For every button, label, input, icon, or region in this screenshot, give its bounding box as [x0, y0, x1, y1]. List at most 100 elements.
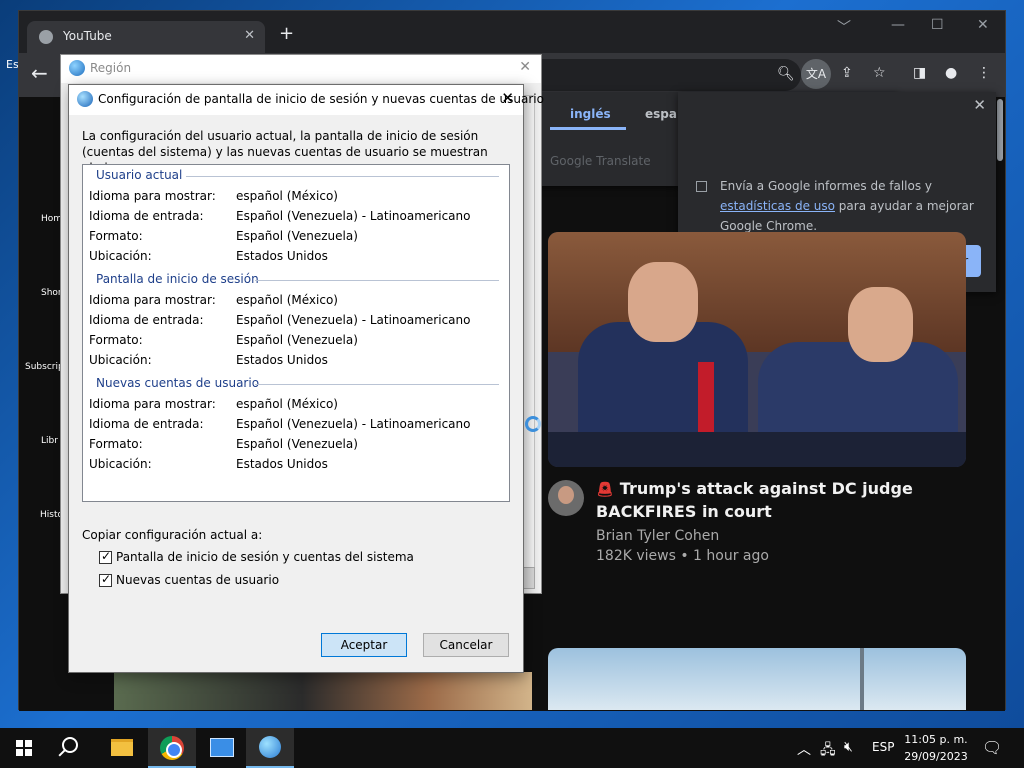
- setting-value: Español (Venezuela) - Latinoamericano: [236, 209, 471, 223]
- sidebar-item-home[interactable]: Hom: [41, 214, 62, 224]
- section-title-new-users: Nuevas cuentas de usuario: [96, 376, 260, 390]
- video-thumbnail[interactable]: [548, 648, 966, 710]
- search-button[interactable]: [48, 728, 96, 768]
- setting-value: Español (Venezuela): [236, 333, 358, 347]
- channel-avatar[interactable]: [548, 480, 584, 516]
- region-title-bar: Región ✕: [61, 55, 541, 83]
- network-icon[interactable]: 🖧︎: [820, 739, 836, 763]
- volume-muted-icon[interactable]: 🔇︎: [844, 739, 853, 755]
- video-title[interactable]: 🚨︎ Trump's attack against DC judge BACKFI…: [596, 478, 956, 523]
- region-button[interactable]: [246, 728, 294, 768]
- file-explorer-button[interactable]: [98, 728, 146, 768]
- taskbar: ︿ 🖧︎ 🔇︎ ESP 11:05 p. m. 29/09/2023 🗨︎: [0, 728, 1024, 768]
- video-thumbnail[interactable]: [114, 672, 532, 710]
- windows-icon: [16, 740, 32, 756]
- close-icon[interactable]: ✕: [501, 89, 514, 107]
- active-tab-indicator: [550, 127, 626, 130]
- checkbox-label[interactable]: Nuevas cuentas de usuario: [116, 573, 279, 587]
- cancel-button[interactable]: Cancelar: [423, 633, 509, 657]
- bookmark-star-icon[interactable]: ☆: [873, 66, 886, 80]
- close-icon[interactable]: ✕: [519, 59, 531, 75]
- video-thumbnail[interactable]: [548, 232, 966, 467]
- setting-key: Formato:: [89, 333, 143, 347]
- chevron-up-icon[interactable]: ︿: [797, 739, 811, 759]
- settings-dialog: Configuración de pantalla de inicio de s…: [68, 84, 544, 673]
- clock[interactable]: 11:05 p. m. 29/09/2023: [900, 731, 972, 765]
- sidebar-item-shorts[interactable]: Shor: [41, 288, 62, 298]
- section-title-welcome-screen: Pantalla de inicio de sesión: [96, 272, 259, 286]
- globe-icon: [39, 30, 53, 44]
- notification-icon[interactable]: 🗨︎: [982, 738, 1002, 757]
- tab-source-language[interactable]: inglés: [570, 107, 611, 121]
- side-panel-icon[interactable]: ◨: [913, 66, 926, 80]
- setting-key: Formato:: [89, 229, 143, 243]
- video-channel[interactable]: Brian Tyler Cohen: [596, 528, 719, 544]
- language-indicator[interactable]: ESP: [872, 740, 894, 754]
- dialog-title-bar: Configuración de pantalla de inicio de s…: [69, 85, 544, 115]
- section-divider: [255, 280, 499, 281]
- setting-key: Idioma de entrada:: [89, 417, 204, 431]
- google-translate-label: Google Translate: [550, 154, 651, 168]
- globe-icon: [69, 60, 85, 76]
- usage-stats-link[interactable]: estadísticas de uso: [720, 199, 835, 213]
- clock-date: 29/09/2023: [904, 750, 968, 763]
- setting-key: Idioma para mostrar:: [89, 189, 216, 203]
- sidebar-item-library[interactable]: Libr: [41, 436, 58, 446]
- tab-bar: YouTube ✕ + ﹀ — ☐ ✕: [19, 11, 1005, 53]
- setting-key: Ubicación:: [89, 353, 152, 367]
- control-panel-icon: [210, 738, 234, 757]
- tab-youtube[interactable]: YouTube ✕: [27, 21, 265, 53]
- tab-title: YouTube: [63, 29, 112, 43]
- tab-close-icon[interactable]: ✕: [244, 28, 255, 43]
- setting-key: Formato:: [89, 437, 143, 451]
- close-icon[interactable]: ✕: [973, 96, 986, 114]
- scrollbar[interactable]: [997, 99, 1003, 161]
- thumbnail-table: [548, 432, 966, 467]
- region-title: Región: [90, 61, 132, 75]
- video-meta: 182K views • 1 hour ago: [596, 548, 769, 564]
- setting-value: Español (Venezuela): [236, 437, 358, 451]
- maximize-button[interactable]: ☐: [931, 17, 944, 33]
- setting-key: Idioma para mostrar:: [89, 397, 216, 411]
- minimize-button[interactable]: —: [891, 17, 905, 33]
- settings-listbox: Usuario actual Idioma para mostrar: españ…: [82, 164, 510, 502]
- setting-value: español (México): [236, 293, 338, 307]
- checkbox-label[interactable]: Pantalla de inicio de sesión y cuentas d…: [116, 550, 414, 564]
- ok-button[interactable]: Aceptar: [321, 633, 407, 657]
- profile-icon[interactable]: ●: [945, 66, 957, 80]
- region-button[interactable]: [523, 567, 535, 589]
- setting-value: Estados Unidos: [236, 353, 328, 367]
- setting-value: español (México): [236, 397, 338, 411]
- translate-icon[interactable]: 文A: [801, 59, 831, 89]
- busy-cursor-icon: [525, 416, 541, 432]
- desktop-icon-label: Es: [6, 58, 19, 71]
- thumbnail-figure-head: [848, 287, 913, 362]
- menu-icon[interactable]: ⋮: [977, 66, 991, 80]
- checkbox-checked-icon[interactable]: [99, 572, 112, 587]
- setting-value: Español (Venezuela): [236, 229, 358, 243]
- thumbnail-figure-head: [628, 262, 698, 342]
- setting-key: Idioma de entrada:: [89, 209, 204, 223]
- dialog-title: Configuración de pantalla de inicio de s…: [98, 92, 544, 106]
- checkbox-checked-icon[interactable]: [99, 549, 112, 564]
- setting-value: Español (Venezuela) - Latinoamericano: [236, 417, 471, 431]
- folder-icon: [111, 739, 133, 756]
- section-divider: [255, 384, 499, 385]
- control-panel-button[interactable]: [198, 728, 246, 768]
- search-icon[interactable]: 🔍︎: [777, 67, 795, 81]
- setting-key: Ubicación:: [89, 457, 152, 471]
- start-button[interactable]: [0, 728, 48, 768]
- setting-key: Idioma de entrada:: [89, 313, 204, 327]
- sidebar-item-subscriptions[interactable]: Subscrip: [25, 362, 64, 372]
- setting-key: Ubicación:: [89, 249, 152, 263]
- close-button[interactable]: ✕: [977, 17, 989, 33]
- video-title-text[interactable]: Trump's attack against DC judge BACKFIRE…: [596, 479, 913, 521]
- share-icon[interactable]: ⇪: [841, 66, 853, 80]
- chrome-icon: [160, 736, 184, 760]
- new-tab-button[interactable]: +: [279, 25, 294, 43]
- chrome-button[interactable]: [148, 728, 196, 768]
- crash-report-checkbox[interactable]: [696, 181, 707, 192]
- back-button[interactable]: ←: [31, 63, 48, 83]
- setting-value: Estados Unidos: [236, 249, 328, 263]
- tab-search-icon[interactable]: ﹀: [837, 17, 851, 37]
